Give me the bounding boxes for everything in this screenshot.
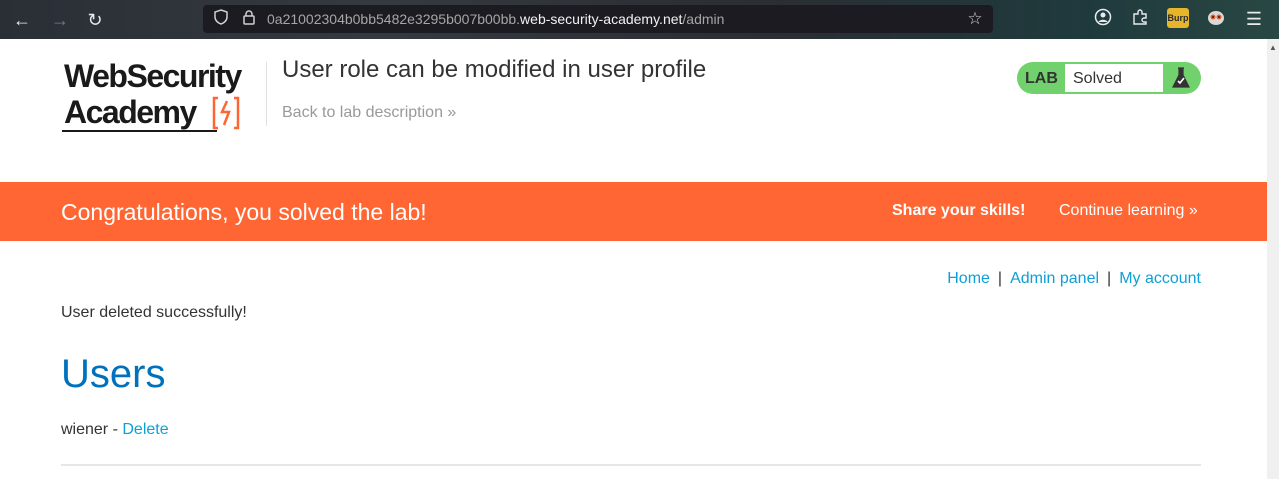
solved-banner: Congratulations, you solved the lab! Sha… [0, 182, 1267, 241]
lab-title: User role can be modified in user profil… [282, 56, 707, 83]
nav-home-link[interactable]: Home [947, 270, 990, 287]
username: wiener [61, 421, 109, 438]
nav-admin-panel-link[interactable]: Admin panel [1010, 270, 1099, 287]
lock-icon[interactable] [239, 9, 259, 29]
logo-text-line1: WebSecurity [64, 58, 242, 94]
forward-arrow-icon[interactable]: → [48, 8, 72, 32]
horizontal-divider [61, 464, 1201, 466]
url-path: /admin [682, 11, 725, 27]
nav-separator: | [997, 270, 1003, 287]
logo-underline [62, 130, 217, 132]
browser-toolbar: ← → ↻ 0a21002304b0bb5482e3295b007b00bb.w… [0, 0, 1279, 39]
header-divider [266, 62, 267, 126]
burp-extension-icon[interactable]: Burp [1167, 8, 1189, 28]
nav-my-account-link[interactable]: My account [1119, 270, 1201, 287]
shield-icon[interactable] [211, 9, 231, 29]
back-arrow-icon[interactable]: ← [10, 8, 34, 32]
scroll-up-arrow-icon[interactable]: ▲ [1269, 43, 1277, 52]
extensions-puzzle-icon[interactable] [1129, 8, 1151, 30]
account-icon[interactable] [1092, 8, 1114, 30]
lab-status-widget: LAB Solved [1017, 62, 1201, 94]
top-nav: Home | Admin panel | My account [947, 270, 1201, 288]
users-heading: Users [61, 352, 166, 396]
address-bar[interactable]: 0a21002304b0bb5482e3295b007b00bb.web-sec… [203, 5, 993, 33]
lab-status-text: Solved [1073, 70, 1122, 87]
logo-bolt-icon [212, 96, 240, 130]
logo-text-line2: Academy [64, 94, 197, 130]
status-message: User deleted successfully! [61, 304, 247, 321]
scrollbar[interactable]: ▲ [1267, 39, 1279, 479]
delete-user-link[interactable]: Delete [122, 421, 168, 438]
flask-icon [1172, 67, 1190, 88]
user-separator: - [108, 421, 123, 438]
share-skills-button[interactable]: Share your skills! [892, 202, 1025, 220]
url-subdomain: 0a21002304b0bb5482e3295b007b00bb. [267, 11, 521, 27]
bookmark-star-icon[interactable]: ☆ [965, 9, 985, 29]
banner-message: Congratulations, you solved the lab! [61, 199, 427, 225]
url-text[interactable]: 0a21002304b0bb5482e3295b007b00bb.web-sec… [267, 11, 724, 27]
lab-tag: LAB [1025, 70, 1058, 87]
web-security-academy-logo[interactable]: WebSecurity Academy [62, 58, 262, 136]
url-host: web-security-academy.net [520, 11, 683, 27]
lab-status-box: Solved [1065, 64, 1163, 92]
menu-hamburger-icon[interactable]: ☰ [1243, 8, 1265, 30]
continue-learning-link[interactable]: Continue learning » [1059, 202, 1198, 220]
user-list-item: wiener - Delete [61, 421, 169, 439]
back-to-lab-description-link[interactable]: Back to lab description » [282, 104, 456, 122]
reload-icon[interactable]: ↻ [83, 8, 107, 32]
nav-separator: | [1107, 270, 1112, 287]
owl-extension-icon[interactable] [1205, 8, 1227, 30]
